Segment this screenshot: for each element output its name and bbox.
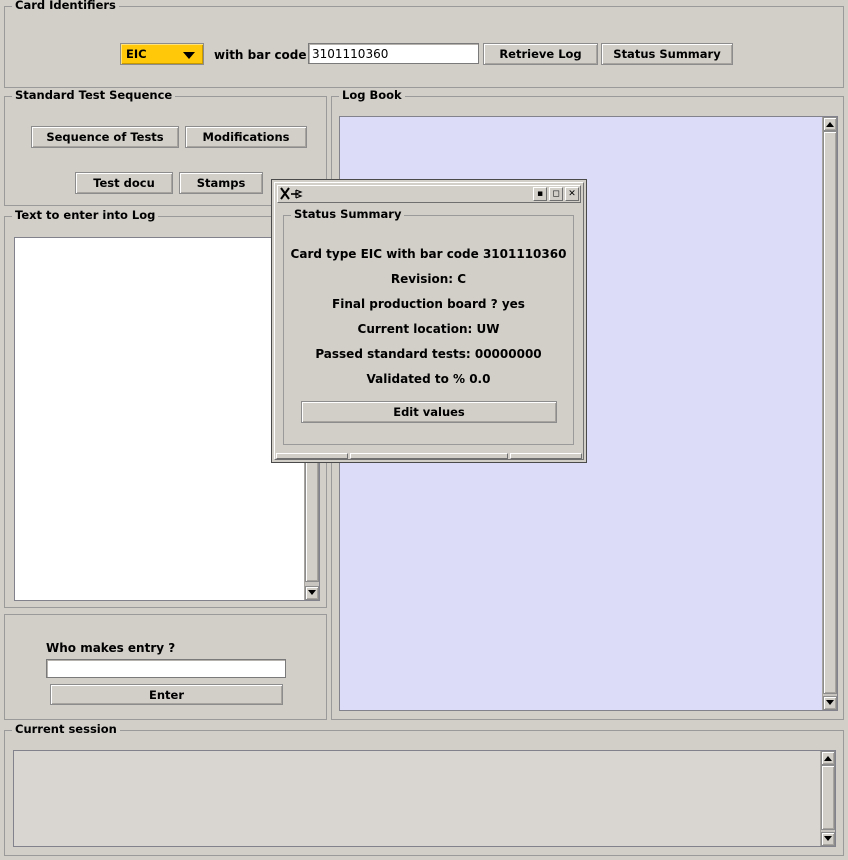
minimize-icon[interactable]: ▪ xyxy=(533,187,547,201)
dialog-window-buttons: ▪ ◻ ✕ xyxy=(533,187,580,201)
summary-line-card-type: Card type EIC with bar code 3101110360 xyxy=(290,247,567,261)
enter-button[interactable]: Enter xyxy=(50,684,283,705)
sequence-of-tests-button[interactable]: Sequence of Tests xyxy=(31,126,179,148)
log-book-scroll-thumb[interactable] xyxy=(823,131,837,694)
current-session-title: Current session xyxy=(12,723,120,735)
triangle-up-icon xyxy=(824,756,832,761)
retrieve-log-button[interactable]: Retrieve Log xyxy=(483,43,598,65)
current-session-vscrollbar[interactable] xyxy=(820,751,835,846)
summary-line-passed-tests: Passed standard tests: 00000000 xyxy=(315,347,542,361)
standard-test-sequence-title: Standard Test Sequence xyxy=(12,89,176,101)
test-docu-label: Test docu xyxy=(93,176,155,190)
card-identifiers-panel: Card Identifiers EIC with bar code 31011… xyxy=(4,0,844,88)
status-summary-button[interactable]: Status Summary xyxy=(601,43,733,65)
edit-values-button[interactable]: Edit values xyxy=(301,401,557,423)
x-window-icon xyxy=(278,186,306,202)
retrieve-log-label: Retrieve Log xyxy=(499,47,582,61)
current-session-panel: Current session xyxy=(4,723,844,856)
modifications-label: Modifications xyxy=(202,130,290,144)
log-book-scroll-down-button[interactable] xyxy=(823,696,837,710)
status-summary-label: Status Summary xyxy=(613,47,721,61)
dialog-titlebar[interactable]: ▪ ◻ ✕ xyxy=(277,185,581,203)
log-book-vscrollbar[interactable] xyxy=(822,117,837,710)
triangle-down-icon xyxy=(826,700,834,705)
current-session-scroll-thumb[interactable] xyxy=(821,765,835,830)
triangle-up-icon xyxy=(826,122,834,127)
current-session-content xyxy=(14,751,820,755)
log-book-title: Log Book xyxy=(339,89,405,101)
test-docu-button[interactable]: Test docu xyxy=(75,172,173,194)
current-session-scroll-down-button[interactable] xyxy=(821,832,835,846)
maximize-icon[interactable]: ◻ xyxy=(549,187,563,201)
stamps-label: Stamps xyxy=(196,176,246,190)
who-makes-entry-input[interactable] xyxy=(46,659,286,678)
who-makes-entry-label: Who makes entry ? xyxy=(46,641,176,655)
status-summary-group: Status Summary Card type EIC with bar co… xyxy=(283,208,574,445)
text-to-enter-title: Text to enter into Log xyxy=(12,209,159,221)
resize-grip-center[interactable] xyxy=(350,453,508,459)
who-makes-entry-panel: Who makes entry ? Enter xyxy=(4,614,327,720)
status-summary-group-title: Status Summary xyxy=(291,208,405,220)
barcode-input[interactable]: 3101110360 xyxy=(308,43,479,64)
barcode-value: 3101110360 xyxy=(312,46,389,61)
application-window: Card Identifiers EIC with bar code 31011… xyxy=(0,0,848,860)
log-entry-value xyxy=(15,238,304,242)
sequence-of-tests-label: Sequence of Tests xyxy=(46,130,164,144)
current-session-textarea[interactable] xyxy=(14,751,820,846)
card-type-combo[interactable]: EIC xyxy=(120,43,204,65)
triangle-down-icon xyxy=(308,590,316,595)
status-summary-dialog: ▪ ◻ ✕ Status Summary Card type EIC with … xyxy=(272,180,586,462)
close-icon[interactable]: ✕ xyxy=(565,187,579,201)
triangle-down-icon xyxy=(824,836,832,841)
dialog-resize-grips xyxy=(276,453,582,460)
stamps-button[interactable]: Stamps xyxy=(179,172,263,194)
enter-label: Enter xyxy=(148,687,184,702)
log-entry-textarea[interactable] xyxy=(15,238,304,600)
resize-grip-right[interactable] xyxy=(510,453,582,459)
log-book-scroll-up-button[interactable] xyxy=(823,117,837,131)
card-type-value: EIC xyxy=(126,47,147,61)
card-identifiers-title: Card Identifiers xyxy=(12,0,119,11)
edit-values-label: Edit values xyxy=(393,405,465,419)
modifications-button[interactable]: Modifications xyxy=(185,126,307,148)
resize-grip-left[interactable] xyxy=(276,453,348,459)
summary-line-final-production: Final production board ? yes xyxy=(332,297,525,311)
summary-line-revision: Revision: C xyxy=(390,272,467,286)
dialog-client-area: Status Summary Card type EIC with bar co… xyxy=(277,205,581,452)
log-book-content xyxy=(340,117,822,121)
chevron-down-icon xyxy=(183,52,195,59)
summary-line-validated: Validated to % 0.0 xyxy=(366,372,491,386)
barcode-label: with bar code xyxy=(214,48,307,62)
summary-line-current-location: Current location: UW xyxy=(357,322,500,336)
current-session-scroll-up-button[interactable] xyxy=(821,751,835,765)
current-session-scrollpane xyxy=(13,750,836,847)
log-entry-scroll-down-button[interactable] xyxy=(305,586,319,600)
